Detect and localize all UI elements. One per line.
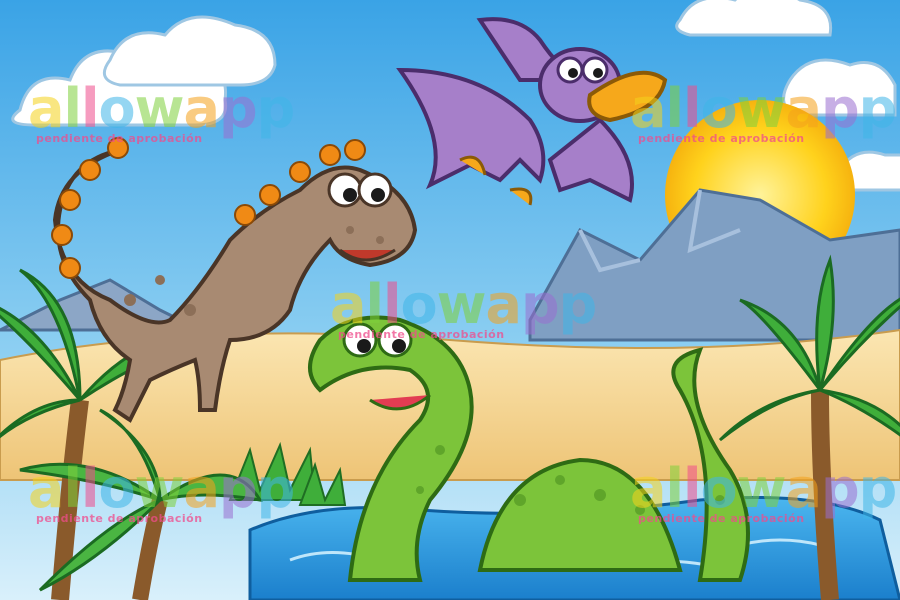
cloud-top-right [675,0,833,37]
illustration [0,0,900,600]
cloud-right [782,58,897,117]
dinosaur-scene: allowapp pendiente de aprobación allowap… [0,0,900,600]
